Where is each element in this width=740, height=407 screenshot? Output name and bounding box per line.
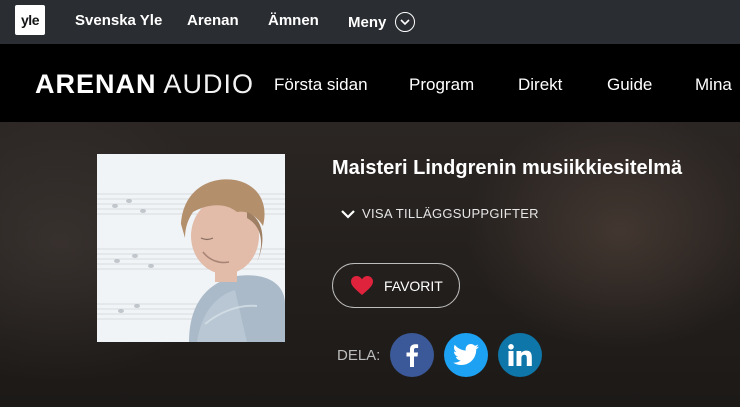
nav-guide[interactable]: Guide (607, 75, 652, 95)
program-cover-image (97, 154, 285, 342)
menu-button[interactable]: Meny (348, 12, 416, 32)
chevron-down-circle-icon (395, 12, 416, 32)
show-more-info-toggle[interactable]: VISA TILLÄGGSUPPGIFTER (340, 206, 539, 221)
yle-top-bar: yle Svenska Yle Arenan Ämnen Meny (0, 0, 740, 44)
nav-arenan[interactable]: Arenan (187, 12, 239, 29)
favorite-button[interactable]: FAVORIT (332, 263, 460, 308)
more-info-label: VISA TILLÄGGSUPPGIFTER (362, 206, 539, 221)
chevron-down-icon (341, 209, 355, 219)
brand-arenan: ARENAN (35, 69, 157, 99)
twitter-icon (453, 344, 479, 365)
linkedin-icon (508, 344, 532, 366)
yle-logo[interactable]: yle (15, 5, 45, 35)
heart-icon (351, 275, 373, 295)
menu-label: Meny (348, 13, 387, 31)
share-facebook-button[interactable] (390, 333, 434, 377)
share-twitter-button[interactable] (444, 333, 488, 377)
program-title: Maisteri Lindgrenin musiikkiesitelmä (332, 157, 683, 179)
favorite-label: FAVORIT (384, 277, 443, 294)
nav-forsta-sidan[interactable]: Första sidan (274, 75, 368, 95)
nav-amnen[interactable]: Ämnen (268, 12, 319, 29)
program-hero: Maisteri Lindgrenin musiikkiesitelmä VIS… (0, 122, 740, 407)
share-label: DELA: (337, 347, 381, 364)
nav-mina[interactable]: Mina (695, 75, 732, 95)
share-linkedin-button[interactable] (498, 333, 542, 377)
nav-svenska-yle[interactable]: Svenska Yle (75, 12, 162, 29)
facebook-icon (406, 344, 419, 367)
nav-program[interactable]: Program (409, 75, 474, 95)
arenan-audio-header: ARENAN AUDIO Första sidan Program Direkt… (0, 44, 740, 122)
brand-audio: AUDIO (163, 69, 255, 99)
arenan-audio-logo[interactable]: ARENAN AUDIO (35, 69, 254, 100)
nav-direkt[interactable]: Direkt (518, 75, 562, 95)
